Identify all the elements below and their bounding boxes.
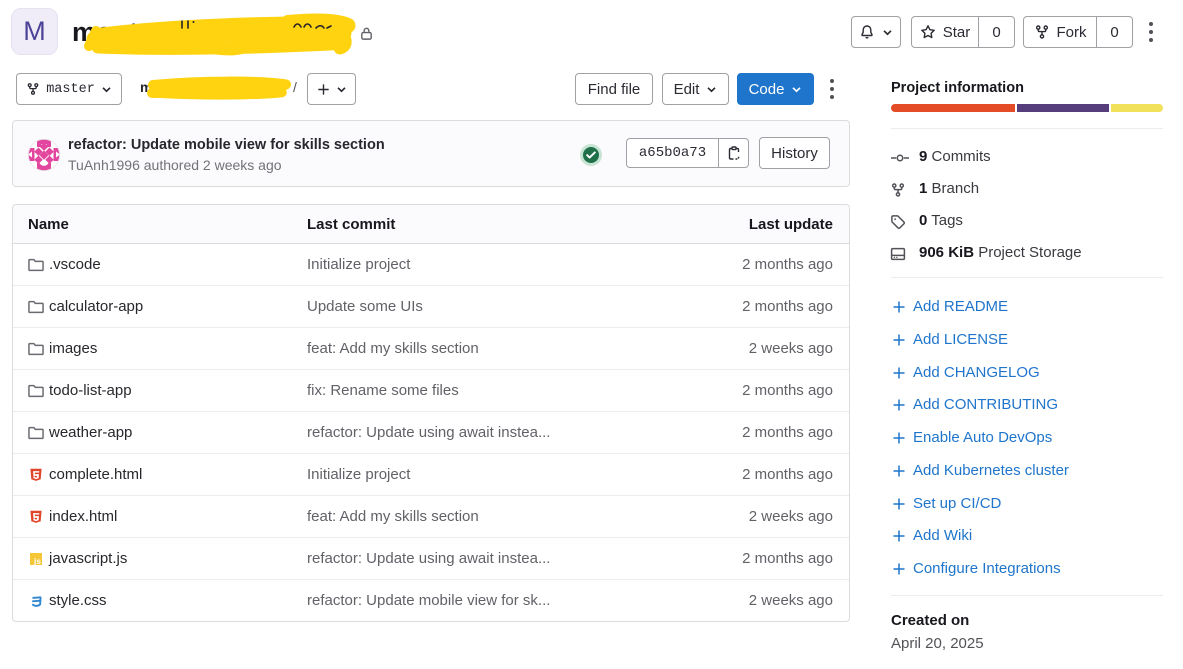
svg-text:js: js: [33, 556, 41, 566]
